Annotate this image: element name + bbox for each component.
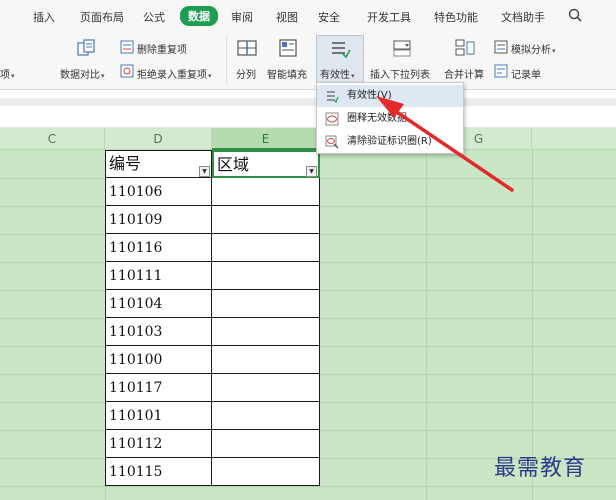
cell-d-row1[interactable]: 110106	[105, 178, 212, 206]
merge-calc-button[interactable]: 合并计算	[444, 66, 484, 81]
spreadsheet-grid[interactable]: C D E G 编号 ▼ 区域 ▼ 110106 110109 110116 1…	[0, 128, 616, 500]
header-region-label: 区域	[217, 155, 250, 174]
reject-duplicates-icon	[120, 64, 134, 78]
ribbon-separator	[226, 36, 227, 84]
cell-e-row5[interactable]	[212, 290, 320, 318]
cell-e-row8[interactable]	[212, 374, 320, 402]
tab-doc-assistant[interactable]: 文档助手	[501, 9, 545, 25]
filter-dropdown-d[interactable]: ▼	[199, 166, 210, 177]
cell-d-row8[interactable]: 110117	[105, 374, 212, 402]
cell-d-row6[interactable]: 110103	[105, 318, 212, 346]
column-header-c[interactable]: C	[0, 128, 105, 150]
tab-page-layout[interactable]: 页面布局	[80, 9, 124, 25]
header-number-label: 编号	[109, 154, 142, 173]
insert-dropdown-icon[interactable]	[392, 38, 412, 58]
split-column-icon[interactable]	[236, 38, 258, 58]
search-icon[interactable]	[568, 8, 582, 22]
cell-e-row4[interactable]	[212, 262, 320, 290]
cell-d-row11[interactable]: 110115	[105, 458, 212, 486]
validity-small-icon	[327, 91, 339, 103]
menu-item-circle-invalid[interactable]: 圈释无效数据	[317, 108, 463, 130]
tab-developer[interactable]: 开发工具	[367, 9, 411, 25]
header-cell-region[interactable]: 区域	[212, 150, 320, 178]
delete-duplicates-icon	[120, 40, 134, 54]
watermark-logo: 最需教育	[494, 456, 587, 481]
simulate-analysis-icon	[494, 40, 508, 54]
cell-e-row11[interactable]	[212, 458, 320, 486]
tab-data[interactable]: 数据	[180, 6, 218, 26]
cell-d-row5[interactable]: 110104	[105, 290, 212, 318]
ribbon: 项▾ 数据对比▾ 删除重复项 拒绝录入重复项▾ 分列 智能填充 有效性▾ 插入下…	[0, 32, 616, 90]
tab-security[interactable]: 安全	[318, 9, 340, 25]
cell-e-row6[interactable]	[212, 318, 320, 346]
data-compare-icon[interactable]	[76, 38, 96, 58]
merge-calc-icon[interactable]	[454, 38, 476, 58]
record-form-icon	[494, 64, 508, 78]
column-header-h[interactable]	[532, 128, 616, 150]
cell-d-row9[interactable]: 110101	[105, 402, 212, 430]
cell-e-row10[interactable]	[212, 430, 320, 458]
formula-bar-area	[0, 98, 616, 106]
reject-duplicates-button[interactable]: 拒绝录入重复项▾	[137, 66, 212, 81]
smart-fill-button[interactable]: 智能填充	[267, 66, 307, 81]
cell-e-row1[interactable]	[212, 178, 320, 206]
tab-special[interactable]: 特色功能	[434, 9, 478, 25]
cell-d-row4[interactable]: 110111	[105, 262, 212, 290]
split-column-button[interactable]: 分列	[236, 66, 256, 81]
tab-insert[interactable]: 插入	[33, 9, 55, 25]
menu-bar: 插入 页面布局 公式 数据 审阅 视图 安全 开发工具 特色功能 文档助手	[0, 0, 616, 32]
data-compare-button[interactable]: 数据对比▾	[60, 66, 105, 81]
ribbon-cut-label[interactable]: 项▾	[0, 66, 15, 81]
cell-e-row7[interactable]	[212, 346, 320, 374]
cell-d-row10[interactable]: 110112	[105, 430, 212, 458]
circle-invalid-icon	[325, 112, 339, 126]
simulate-analysis-button[interactable]: 模拟分析▾	[511, 41, 556, 56]
cell-e-row2[interactable]	[212, 206, 320, 234]
header-cell-number[interactable]: 编号	[105, 150, 212, 178]
menu-item-validity[interactable]: 有效性(V)	[317, 85, 463, 107]
validity-dropdown-menu: 有效性(V) 圈释无效数据 清除验证标识圈(R)	[316, 82, 464, 154]
cell-e-row3[interactable]	[212, 234, 320, 262]
column-header-e[interactable]: E	[212, 128, 320, 150]
cell-d-row3[interactable]: 110116	[105, 234, 212, 262]
filter-dropdown-e[interactable]: ▼	[306, 166, 317, 177]
cell-e-row9[interactable]	[212, 402, 320, 430]
tab-view[interactable]: 视图	[276, 9, 298, 25]
column-header-d[interactable]: D	[105, 128, 212, 150]
smart-fill-icon[interactable]	[278, 38, 298, 58]
validity-button[interactable]: 有效性▾	[316, 35, 364, 83]
formula-strip	[0, 90, 616, 128]
tab-review[interactable]: 审阅	[231, 9, 253, 25]
insert-dropdown-button[interactable]: 插入下拉列表	[370, 66, 430, 81]
validity-icon	[332, 42, 351, 59]
menu-item-clear-circles[interactable]: 清除验证标识圈(R)	[317, 131, 463, 153]
clear-circles-icon	[325, 135, 339, 149]
cell-d-row7[interactable]: 110100	[105, 346, 212, 374]
tab-formula[interactable]: 公式	[143, 9, 165, 25]
delete-duplicates-button[interactable]: 删除重复项	[137, 41, 187, 56]
cell-d-row2[interactable]: 110109	[105, 206, 212, 234]
record-form-button[interactable]: 记录单	[511, 66, 541, 81]
